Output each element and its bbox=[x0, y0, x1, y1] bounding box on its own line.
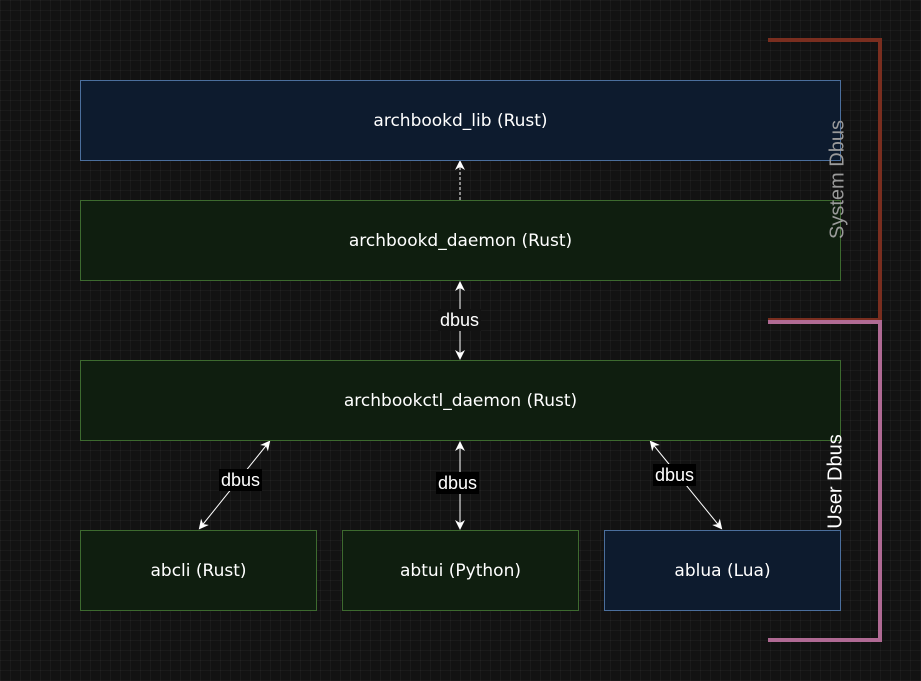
node-abtui: abtui (Python) bbox=[342, 530, 579, 611]
node-archbookd-daemon-label: archbookd_daemon (Rust) bbox=[348, 230, 573, 251]
node-archbookd-lib: archbookd_lib (Rust) bbox=[80, 80, 841, 161]
edge-label-ctl-abcli: dbus bbox=[219, 469, 263, 491]
node-archbookd-daemon: archbookd_daemon (Rust) bbox=[80, 200, 841, 281]
node-ablua-label: ablua (Lua) bbox=[674, 560, 771, 581]
user-dbus-label: User Dbus bbox=[824, 434, 847, 529]
edge-label-ctl-abtui: dbus bbox=[436, 472, 480, 494]
node-ablua: ablua (Lua) bbox=[604, 530, 841, 611]
node-archbookctl-daemon: archbookctl_daemon (Rust) bbox=[80, 360, 841, 441]
node-archbookd-lib-label: archbookd_lib (Rust) bbox=[373, 110, 548, 131]
edge-label-ctl-ablua: dbus bbox=[653, 464, 697, 486]
node-abcli: abcli (Rust) bbox=[80, 530, 317, 611]
node-abtui-label: abtui (Python) bbox=[400, 560, 521, 581]
edge-label-daemon-ctl: dbus bbox=[438, 309, 482, 331]
node-archbookctl-daemon-label: archbookctl_daemon (Rust) bbox=[343, 390, 578, 411]
system-dbus-label: System Dbus bbox=[826, 120, 849, 239]
node-abcli-label: abcli (Rust) bbox=[150, 560, 247, 581]
architecture-diagram: archbookd_lib (Rust) archbookd_daemon (R… bbox=[0, 0, 921, 681]
